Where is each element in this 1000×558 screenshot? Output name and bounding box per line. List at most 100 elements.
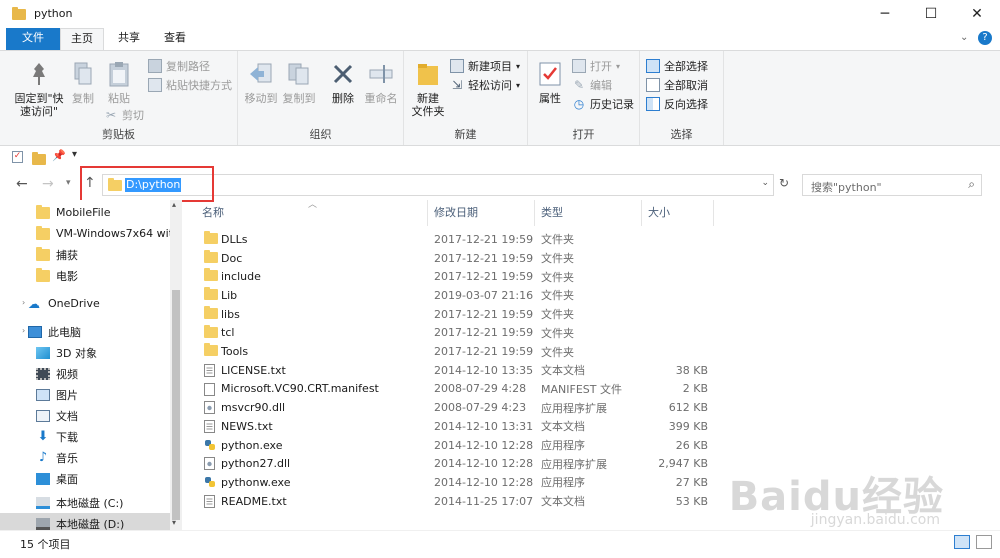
file-row[interactable]: README.txt 2014-11-25 17:07 文本文档 53 KB xyxy=(196,492,716,511)
new-group-label: 新建 xyxy=(454,128,477,141)
drive-icon xyxy=(36,517,50,530)
nav-item-movies[interactable]: 电影 xyxy=(0,265,170,286)
new-item-button[interactable]: 新建项目 ▾ xyxy=(450,57,520,75)
minimize-button[interactable]: ─ xyxy=(862,0,908,28)
tab-view[interactable]: 查看 xyxy=(152,28,198,50)
search-box[interactable]: 搜索"python" ⌕ xyxy=(802,174,982,196)
nav-item-desktop[interactable]: 桌面 xyxy=(0,468,170,489)
pin-label: 固定到"快 速访问" xyxy=(14,92,64,118)
expand-chevron-icon[interactable]: › xyxy=(22,326,25,335)
edit-button[interactable]: ✎ 编辑 xyxy=(572,76,612,94)
tab-file[interactable]: 文件 xyxy=(6,28,60,50)
move-to-button[interactable]: 移动到 xyxy=(242,55,280,105)
scroll-up-arrow-icon[interactable]: ▴ xyxy=(172,200,176,209)
cut-button[interactable]: ✂ 剪切 xyxy=(104,106,144,124)
column-header-type[interactable]: 类型 xyxy=(535,200,642,226)
file-date: 2014-12-10 12:28 xyxy=(434,438,534,452)
recent-locations-chevron-icon[interactable]: ▾ xyxy=(66,178,71,188)
file-row[interactable]: LICENSE.txt 2014-12-10 13:35 文本文档 38 KB xyxy=(196,361,716,380)
properties-icon[interactable]: ✓ xyxy=(12,151,23,163)
file-row[interactable]: Microsoft.VC90.CRT.manifest 2008-07-29 4:… xyxy=(196,380,716,399)
file-row[interactable]: Doc 2017-12-21 19:59 文件夹 xyxy=(196,249,716,268)
text-file-icon xyxy=(204,420,215,436)
file-row[interactable]: DLLs 2017-12-21 19:59 文件夹 xyxy=(196,230,716,249)
expand-chevron-icon[interactable]: › xyxy=(22,298,25,307)
nav-item-capture[interactable]: 捕获 xyxy=(0,244,170,265)
nav-item-onedrive[interactable]: ☁ OneDrive xyxy=(0,293,170,314)
column-header-name[interactable]: 名称 ︿ xyxy=(196,200,428,226)
nav-item-mobilefile[interactable]: MobileFile xyxy=(0,202,170,223)
close-button[interactable]: ✕ xyxy=(954,0,1000,28)
back-arrow-icon[interactable]: ← xyxy=(16,176,28,192)
new-folder-icon[interactable] xyxy=(32,152,46,165)
ribbon-collapse-chevron-icon[interactable]: ⌄ xyxy=(960,32,968,43)
file-row[interactable]: Lib 2019-03-07 21:16 文件夹 xyxy=(196,286,716,305)
nav-item-music[interactable]: ♪ 音乐 xyxy=(0,447,170,468)
open-button[interactable]: 打开 ▾ xyxy=(572,57,620,75)
nav-item-this-pc[interactable]: 此电脑 xyxy=(0,321,170,342)
file-row[interactable]: libs 2017-12-21 19:59 文件夹 xyxy=(196,305,716,324)
easy-access-button[interactable]: ⇲ 轻松访问 ▾ xyxy=(450,76,520,94)
properties-button[interactable]: 属性 xyxy=(532,55,568,105)
file-size: 612 KB xyxy=(668,401,708,415)
file-row[interactable]: python27.dll 2014-12-10 12:28 应用程序扩展 2,947 … xyxy=(196,454,716,473)
nav-item-drive-c[interactable]: 本地磁盘 (C:) xyxy=(0,492,170,513)
select-all-button[interactable]: 全部选择 xyxy=(646,57,708,75)
help-icon[interactable]: ? xyxy=(978,31,992,45)
column-header-size[interactable]: 大小 xyxy=(642,200,714,226)
invert-selection-button[interactable]: 反向选择 xyxy=(646,95,708,113)
delete-button[interactable]: 删除 xyxy=(326,55,360,105)
file-row[interactable]: tcl 2017-12-21 19:59 文件夹 xyxy=(196,324,716,343)
paste-button[interactable]: 粘贴 xyxy=(102,55,136,105)
file-type: 文本文档 xyxy=(541,495,585,509)
new-folder-button[interactable]: 新建 文件夹 xyxy=(408,55,448,118)
paste-shortcut-button[interactable]: 粘贴快捷方式 xyxy=(148,76,232,94)
desktop-icon xyxy=(36,472,50,485)
file-row[interactable]: msvcr90.dll 2008-07-29 4:23 应用程序扩展 612 KB xyxy=(196,398,716,417)
pin-quick-access-button[interactable]: 固定到"快 速访问" xyxy=(10,55,68,118)
file-type: 文件夹 xyxy=(541,289,574,303)
details-view-icon[interactable] xyxy=(954,535,970,549)
nav-item-drive-d[interactable]: 本地磁盘 (D:) xyxy=(0,513,170,530)
file-name: Microsoft.VC90.CRT.manifest xyxy=(221,382,379,396)
tab-share[interactable]: 共享 xyxy=(106,28,152,50)
column-header-label: 修改日期 xyxy=(434,206,478,219)
rename-button[interactable]: 重命名 xyxy=(360,55,402,105)
nav-item-vm-windows[interactable]: VM-Windows7x64 with xyxy=(0,223,170,244)
file-icon xyxy=(204,382,215,399)
nav-item-pictures[interactable]: 图片 xyxy=(0,384,170,405)
nav-item-documents[interactable]: 文档 xyxy=(0,405,170,426)
large-icons-view-icon[interactable] xyxy=(976,535,992,549)
customize-arrow-icon[interactable]: ▾ xyxy=(72,149,77,160)
organize-group: 移动到 复制到 删除 重命名 组织 xyxy=(238,51,404,145)
history-button[interactable]: ◷ 历史记录 xyxy=(572,95,634,113)
tab-home[interactable]: 主页 xyxy=(60,28,104,50)
file-row[interactable]: pythonw.exe 2014-12-10 12:28 应用程序 27 KB xyxy=(196,473,716,492)
address-dropdown-icon[interactable]: ⌄ xyxy=(761,178,769,188)
copy-to-button[interactable]: 复制到 xyxy=(280,55,318,105)
copy-to-icon xyxy=(285,59,313,89)
python-icon xyxy=(204,439,216,454)
text-file-icon xyxy=(204,494,215,511)
paste-shortcut-icon xyxy=(148,78,162,92)
nav-item-videos[interactable]: 视频 xyxy=(0,363,170,384)
pin-icon[interactable]: 📌 xyxy=(52,149,66,162)
file-row[interactable]: Tools 2017-12-21 19:59 文件夹 xyxy=(196,342,716,361)
refresh-icon[interactable]: ↻ xyxy=(779,176,789,190)
file-row[interactable]: include 2017-12-21 19:59 文件夹 xyxy=(196,267,716,286)
file-row[interactable]: NEWS.txt 2014-12-10 13:31 文本文档 399 KB xyxy=(196,417,716,436)
nav-scrollbar-thumb[interactable] xyxy=(172,290,180,520)
maximize-button[interactable]: ☐ xyxy=(908,0,954,28)
file-row[interactable]: python.exe 2014-12-10 12:28 应用程序 26 KB xyxy=(196,436,716,455)
move-to-icon xyxy=(247,59,275,89)
column-header-date[interactable]: 修改日期 xyxy=(428,200,535,226)
nav-item-downloads[interactable]: ⬇ 下载 xyxy=(0,426,170,447)
select-none-button[interactable]: 全部取消 xyxy=(646,76,708,94)
file-rows: DLLs 2017-12-21 19:59 文件夹 Doc 2017-12-21 19:… xyxy=(196,230,716,530)
nav-item-3d-objects[interactable]: 3D 对象 xyxy=(0,342,170,363)
search-icon[interactable]: ⌕ xyxy=(968,177,975,192)
copy-path-button[interactable]: 复制路径 xyxy=(148,57,210,75)
copy-button[interactable]: 复制 xyxy=(66,55,100,105)
forward-arrow-icon[interactable]: → xyxy=(42,176,54,192)
folder-icon xyxy=(36,204,50,219)
